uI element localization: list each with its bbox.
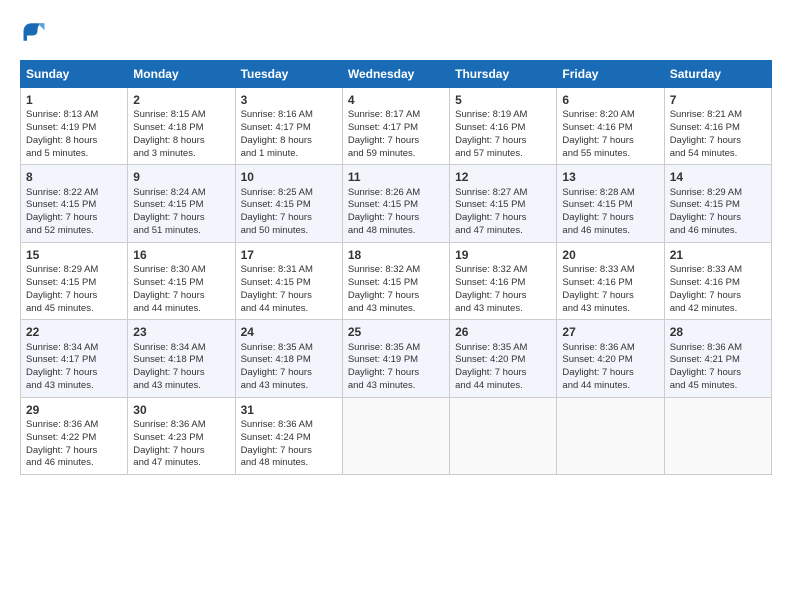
col-header-friday: Friday xyxy=(557,61,664,88)
day-number: 3 xyxy=(241,92,337,108)
day-number: 13 xyxy=(562,169,658,185)
calendar-cell: 7Sunrise: 8:21 AMSunset: 4:16 PMDaylight… xyxy=(664,88,771,165)
week-row-4: 22Sunrise: 8:34 AMSunset: 4:17 PMDayligh… xyxy=(21,320,772,397)
day-number: 19 xyxy=(455,247,551,263)
day-number: 10 xyxy=(241,169,337,185)
day-number: 4 xyxy=(348,92,444,108)
day-number: 20 xyxy=(562,247,658,263)
week-row-2: 8Sunrise: 8:22 AMSunset: 4:15 PMDaylight… xyxy=(21,165,772,242)
day-number: 24 xyxy=(241,324,337,340)
calendar-cell: 8Sunrise: 8:22 AMSunset: 4:15 PMDaylight… xyxy=(21,165,128,242)
col-header-saturday: Saturday xyxy=(664,61,771,88)
day-number: 21 xyxy=(670,247,766,263)
page-container: SundayMondayTuesdayWednesdayThursdayFrid… xyxy=(0,0,792,487)
header-row: SundayMondayTuesdayWednesdayThursdayFrid… xyxy=(21,61,772,88)
calendar-cell: 16Sunrise: 8:30 AMSunset: 4:15 PMDayligh… xyxy=(128,242,235,319)
calendar-cell xyxy=(342,397,449,474)
day-number: 1 xyxy=(26,92,122,108)
calendar-cell: 23Sunrise: 8:34 AMSunset: 4:18 PMDayligh… xyxy=(128,320,235,397)
col-header-sunday: Sunday xyxy=(21,61,128,88)
calendar-cell: 26Sunrise: 8:35 AMSunset: 4:20 PMDayligh… xyxy=(450,320,557,397)
calendar-cell: 2Sunrise: 8:15 AMSunset: 4:18 PMDaylight… xyxy=(128,88,235,165)
day-number: 29 xyxy=(26,402,122,418)
day-number: 8 xyxy=(26,169,122,185)
calendar-cell xyxy=(557,397,664,474)
calendar-cell: 19Sunrise: 8:32 AMSunset: 4:16 PMDayligh… xyxy=(450,242,557,319)
calendar-cell: 4Sunrise: 8:17 AMSunset: 4:17 PMDaylight… xyxy=(342,88,449,165)
day-number: 25 xyxy=(348,324,444,340)
day-number: 23 xyxy=(133,324,229,340)
day-number: 7 xyxy=(670,92,766,108)
day-number: 22 xyxy=(26,324,122,340)
col-header-wednesday: Wednesday xyxy=(342,61,449,88)
col-header-monday: Monday xyxy=(128,61,235,88)
calendar-cell: 11Sunrise: 8:26 AMSunset: 4:15 PMDayligh… xyxy=(342,165,449,242)
day-number: 6 xyxy=(562,92,658,108)
calendar-cell: 29Sunrise: 8:36 AMSunset: 4:22 PMDayligh… xyxy=(21,397,128,474)
day-number: 9 xyxy=(133,169,229,185)
day-number: 27 xyxy=(562,324,658,340)
calendar-cell: 17Sunrise: 8:31 AMSunset: 4:15 PMDayligh… xyxy=(235,242,342,319)
week-row-3: 15Sunrise: 8:29 AMSunset: 4:15 PMDayligh… xyxy=(21,242,772,319)
day-number: 11 xyxy=(348,169,444,185)
day-number: 12 xyxy=(455,169,551,185)
calendar-cell: 25Sunrise: 8:35 AMSunset: 4:19 PMDayligh… xyxy=(342,320,449,397)
calendar-cell: 28Sunrise: 8:36 AMSunset: 4:21 PMDayligh… xyxy=(664,320,771,397)
calendar-cell: 9Sunrise: 8:24 AMSunset: 4:15 PMDaylight… xyxy=(128,165,235,242)
calendar-cell: 22Sunrise: 8:34 AMSunset: 4:17 PMDayligh… xyxy=(21,320,128,397)
header xyxy=(20,18,772,46)
calendar-cell: 1Sunrise: 8:13 AMSunset: 4:19 PMDaylight… xyxy=(21,88,128,165)
col-header-tuesday: Tuesday xyxy=(235,61,342,88)
calendar-cell: 18Sunrise: 8:32 AMSunset: 4:15 PMDayligh… xyxy=(342,242,449,319)
day-number: 30 xyxy=(133,402,229,418)
calendar-cell xyxy=(664,397,771,474)
calendar-cell: 10Sunrise: 8:25 AMSunset: 4:15 PMDayligh… xyxy=(235,165,342,242)
calendar-cell: 12Sunrise: 8:27 AMSunset: 4:15 PMDayligh… xyxy=(450,165,557,242)
day-number: 5 xyxy=(455,92,551,108)
day-number: 26 xyxy=(455,324,551,340)
day-number: 2 xyxy=(133,92,229,108)
calendar-cell: 21Sunrise: 8:33 AMSunset: 4:16 PMDayligh… xyxy=(664,242,771,319)
col-header-thursday: Thursday xyxy=(450,61,557,88)
calendar-cell: 3Sunrise: 8:16 AMSunset: 4:17 PMDaylight… xyxy=(235,88,342,165)
week-row-5: 29Sunrise: 8:36 AMSunset: 4:22 PMDayligh… xyxy=(21,397,772,474)
calendar-cell: 31Sunrise: 8:36 AMSunset: 4:24 PMDayligh… xyxy=(235,397,342,474)
day-number: 18 xyxy=(348,247,444,263)
calendar-cell: 30Sunrise: 8:36 AMSunset: 4:23 PMDayligh… xyxy=(128,397,235,474)
calendar-table: SundayMondayTuesdayWednesdayThursdayFrid… xyxy=(20,60,772,475)
calendar-cell: 27Sunrise: 8:36 AMSunset: 4:20 PMDayligh… xyxy=(557,320,664,397)
calendar-cell: 6Sunrise: 8:20 AMSunset: 4:16 PMDaylight… xyxy=(557,88,664,165)
day-number: 28 xyxy=(670,324,766,340)
logo xyxy=(20,18,52,46)
calendar-cell: 20Sunrise: 8:33 AMSunset: 4:16 PMDayligh… xyxy=(557,242,664,319)
calendar-cell: 5Sunrise: 8:19 AMSunset: 4:16 PMDaylight… xyxy=(450,88,557,165)
day-number: 31 xyxy=(241,402,337,418)
calendar-cell: 14Sunrise: 8:29 AMSunset: 4:15 PMDayligh… xyxy=(664,165,771,242)
calendar-cell: 15Sunrise: 8:29 AMSunset: 4:15 PMDayligh… xyxy=(21,242,128,319)
week-row-1: 1Sunrise: 8:13 AMSunset: 4:19 PMDaylight… xyxy=(21,88,772,165)
calendar-cell xyxy=(450,397,557,474)
day-number: 17 xyxy=(241,247,337,263)
day-number: 15 xyxy=(26,247,122,263)
day-number: 14 xyxy=(670,169,766,185)
calendar-cell: 13Sunrise: 8:28 AMSunset: 4:15 PMDayligh… xyxy=(557,165,664,242)
logo-icon xyxy=(20,18,48,46)
day-number: 16 xyxy=(133,247,229,263)
calendar-cell: 24Sunrise: 8:35 AMSunset: 4:18 PMDayligh… xyxy=(235,320,342,397)
